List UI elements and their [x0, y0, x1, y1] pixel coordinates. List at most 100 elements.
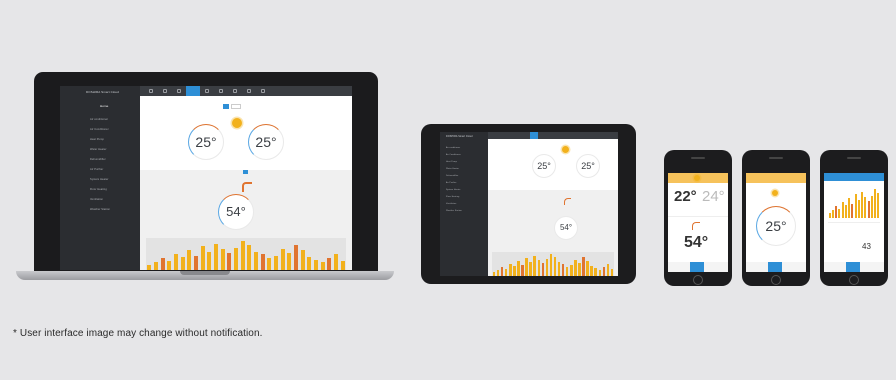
tablet-device: DOSHIRA Smart Cloud Air conditioner Air C… [421, 124, 636, 284]
sidebar-item[interactable]: Water Heater [60, 146, 140, 154]
sidebar-item[interactable]: Ventilation [440, 202, 488, 208]
chart-bar [340, 260, 345, 270]
tab-icon [205, 89, 209, 93]
phone-2-screen: 25° [746, 166, 806, 272]
sidebar-item[interactable]: Dehumidifier [60, 156, 140, 164]
home-button[interactable] [693, 275, 703, 285]
chart-bar [838, 208, 841, 218]
toolbar-tab[interactable] [242, 86, 256, 96]
tablet-app-title: DOSHIRA Smart Cloud [446, 135, 473, 138]
tablet-tab-home[interactable] [530, 132, 538, 139]
sidebar-item[interactable]: Air Purifier [440, 181, 488, 187]
phone-header [824, 173, 884, 181]
nav-home[interactable] [690, 262, 704, 272]
chart-bar [590, 266, 593, 276]
sidebar-item[interactable]: Ventilation [60, 196, 140, 204]
toolbar-tab[interactable] [200, 86, 214, 96]
chart-bar [294, 245, 298, 270]
sidebar-item[interactable]: Heat Pump [440, 160, 488, 166]
chart-bar [594, 268, 597, 276]
toolbar-tab[interactable] [172, 86, 186, 96]
chart-bar [509, 264, 512, 276]
phone-usage-chart [828, 186, 880, 218]
dial-left[interactable]: 25° [188, 124, 224, 160]
sidebar-item[interactable]: Floor Heating [60, 186, 140, 194]
sidebar-item[interactable]: System Heater [440, 188, 488, 194]
sidebar-item-label: Floor Heating [446, 196, 460, 198]
chart-bar [287, 252, 292, 270]
sidebar-item[interactable]: Floor Heating [440, 195, 488, 201]
tab-home[interactable] [186, 86, 200, 96]
mode-toggle-secondary[interactable] [231, 104, 241, 109]
sidebar-item[interactable]: Weather Station [440, 209, 488, 215]
status-bar [746, 166, 806, 173]
water-mode-toggle[interactable] [243, 170, 248, 174]
sidebar-item-label: Air Purifier [446, 182, 457, 184]
chart-bar [561, 264, 565, 276]
sidebar-item-label: Ventilation [90, 198, 104, 201]
chart-bar [327, 258, 332, 270]
sidebar-item[interactable]: System Heater [60, 176, 140, 184]
sidebar-item-label: Ventilation [446, 203, 457, 205]
sidebar-item[interactable]: Air Conditioner [60, 126, 140, 134]
chart-bar [867, 200, 870, 218]
sidebar-item[interactable]: Weather Station [60, 206, 140, 214]
tablet-dial-left[interactable]: 25° [532, 154, 556, 178]
sidebar-item-label: Air conditioner [446, 147, 461, 149]
temp-left: 22° [674, 188, 697, 205]
sidebar-item[interactable]: Heat Pump [60, 136, 140, 144]
sidebar-item-label: Dehumidifier [90, 158, 106, 161]
chart-bar [274, 255, 278, 270]
sun-icon [232, 118, 242, 128]
chart-bar [529, 262, 532, 276]
bottom-nav [824, 262, 884, 272]
chart-bar [496, 270, 500, 276]
tablet-dial-right[interactable]: 25° [576, 154, 600, 178]
chart-bar [254, 251, 258, 270]
dial-water[interactable]: 54° [218, 194, 254, 230]
sidebar-item[interactable]: Air Conditioner [440, 153, 488, 159]
toolbar-tab[interactable] [228, 86, 242, 96]
chart-bar [207, 251, 212, 270]
nav-home[interactable] [768, 262, 782, 272]
sidebar-item-label: Air conditioner [90, 118, 109, 121]
phone-2-dial[interactable]: 25° [756, 206, 796, 246]
tab-icon [219, 89, 223, 93]
dial-right[interactable]: 25° [248, 124, 284, 160]
dial-water-value: 54° [226, 204, 246, 219]
toolbar-tab[interactable] [214, 86, 228, 96]
mode-toggle[interactable] [223, 104, 229, 109]
chart-bar [227, 252, 232, 270]
sidebar-item[interactable]: Water Heater [440, 167, 488, 173]
toolbar-tab[interactable] [144, 86, 158, 96]
sidebar-home[interactable]: Home [100, 104, 108, 108]
toolbar-tab[interactable] [256, 86, 270, 96]
sidebar-item[interactable]: Dehumidifier [440, 174, 488, 180]
faucet-icon [692, 222, 700, 230]
sidebar-item[interactable]: Air conditioner [60, 116, 140, 124]
chart-bar [200, 246, 205, 270]
chart-bar [861, 191, 864, 218]
tablet-dial-water-value: 54° [559, 223, 573, 232]
chart-bar [260, 254, 265, 270]
sun-icon [694, 175, 700, 181]
toolbar-tab[interactable] [158, 86, 172, 96]
nav-stats[interactable] [846, 262, 860, 272]
sidebar-item[interactable]: Air Purifier [60, 166, 140, 174]
sidebar-item-label: Weather Station [446, 210, 462, 212]
home-button[interactable] [849, 275, 859, 285]
home-button[interactable] [771, 275, 781, 285]
chart-bar [857, 199, 860, 218]
chart-bar [566, 267, 569, 276]
chart-bar [500, 267, 504, 276]
phone-speaker [769, 157, 783, 159]
tablet-dial-right-value: 25° [581, 161, 595, 171]
chart-bar [574, 260, 577, 276]
chart-bar [513, 266, 516, 276]
chart-bar [844, 204, 847, 218]
chart-bar [167, 260, 172, 270]
tablet-usage-chart [492, 252, 614, 276]
tablet-dial-water[interactable]: 54° [554, 216, 578, 240]
sidebar-item[interactable]: Air conditioner [440, 146, 488, 152]
sidebar-item-label: System Heater [446, 189, 461, 191]
